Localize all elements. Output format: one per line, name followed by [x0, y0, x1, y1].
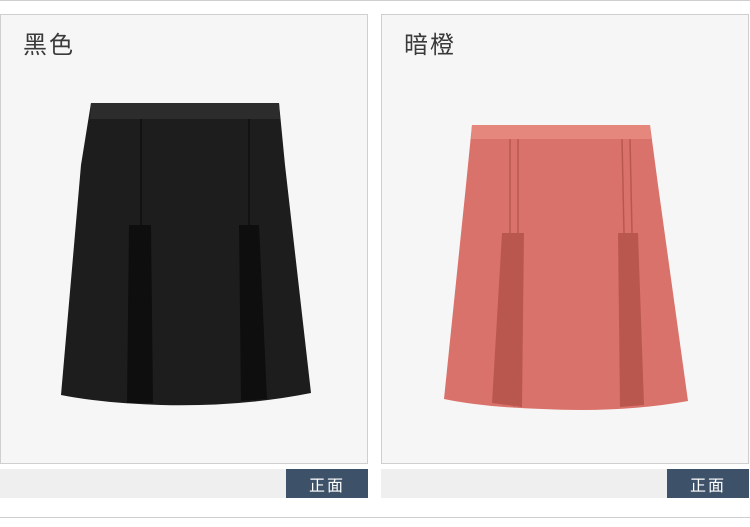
product-card-black[interactable]: 黑色 [0, 14, 368, 464]
bottom-divider [0, 517, 750, 518]
front-view-button[interactable]: 正面 [667, 469, 749, 498]
front-view-button[interactable]: 正面 [286, 469, 368, 498]
view-bar-black: 正面 [0, 469, 368, 498]
view-bar-dark-orange: 正面 [381, 469, 749, 498]
dark-orange-skirt-image [444, 125, 688, 410]
product-card-dark-orange[interactable]: 暗橙 [381, 14, 749, 464]
black-skirt-image [61, 103, 311, 406]
top-divider [0, 0, 750, 1]
